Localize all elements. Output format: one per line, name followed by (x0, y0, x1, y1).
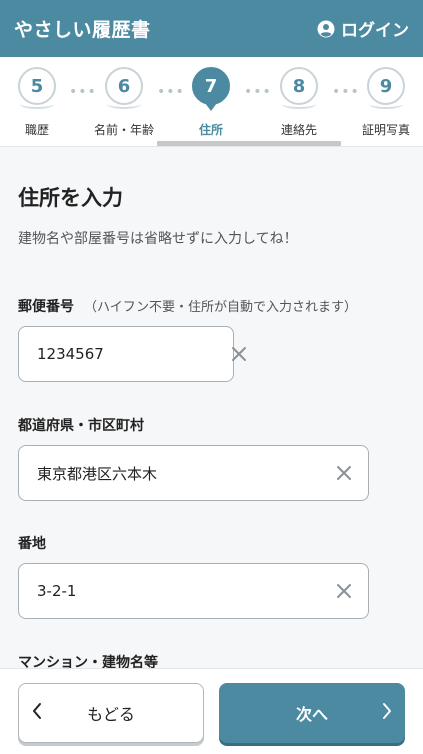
street-address-label: 番地 (18, 536, 46, 552)
street-address-field[interactable] (18, 563, 369, 619)
prefecture-city-field[interactable] (18, 445, 369, 501)
step-9[interactable]: 9 証明写真 (349, 67, 423, 138)
back-button[interactable]: もどる (18, 683, 204, 743)
chevron-right-icon (381, 702, 393, 724)
step-label: 住所 (198, 123, 223, 137)
close-icon[interactable] (324, 453, 364, 493)
app-title[interactable]: やさしい履歴書 (14, 15, 151, 42)
postal-code-label-text: 郵便番号 (18, 299, 74, 315)
step-number: 9 (367, 67, 405, 105)
postal-code-field[interactable] (18, 326, 246, 382)
step-5[interactable]: 5 職歴 (0, 67, 74, 138)
next-button[interactable]: 次へ (219, 683, 405, 743)
step-label: 名前・年齢 (93, 123, 154, 137)
building-name-label: マンション・建物名等 (18, 655, 158, 668)
step-number: 8 (280, 67, 318, 105)
postal-code-hint: （ハイフン不要・住所が自動で入力されます） (84, 300, 358, 315)
step-number: 7 (192, 67, 230, 105)
step-8[interactable]: 8 連絡先 (262, 67, 336, 138)
step-6[interactable]: 6 名前・年齢 (87, 67, 161, 138)
step-label: 連絡先 (280, 123, 317, 137)
step-label: 証明写真 (361, 123, 410, 137)
login-button[interactable]: ログイン (317, 16, 409, 41)
close-icon[interactable] (231, 334, 247, 374)
next-button-label: 次へ (295, 705, 328, 724)
login-label: ログイン (341, 21, 409, 41)
address-form: 住所を入力 建物名や部屋番号は省略せずに入力してね！ 郵便番号 （ハイフン不要・住… (0, 148, 423, 668)
prefecture-city-label: 都道府県・市区町村 (18, 418, 144, 434)
step-number: 6 (105, 67, 143, 105)
postal-code-label: 郵便番号 （ハイフン不要・住所が自動で入力されます） (18, 296, 357, 316)
active-step-indicator (157, 141, 341, 146)
step-label: 職歴 (24, 123, 49, 137)
step-number: 5 (18, 67, 56, 105)
close-icon[interactable] (324, 571, 364, 611)
postal-code-input[interactable] (37, 327, 231, 381)
bottom-navigation: もどる 次へ (0, 668, 423, 754)
chevron-left-icon (31, 702, 43, 724)
page-description: 建物名や部屋番号は省略せずに入力してね！ (18, 231, 298, 247)
progress-stepper: 5 職歴 ••• 6 名前・年齢 ••• 7 住所 ••• 8 連絡先 ••• … (0, 57, 423, 147)
back-button-label: もどる (87, 705, 135, 724)
app-header: やさしい履歴書 ログイン (0, 0, 423, 57)
prefecture-city-input[interactable] (37, 446, 324, 500)
street-address-input[interactable] (37, 564, 324, 618)
page-title: 住所を入力 (18, 186, 123, 210)
user-circle-icon (317, 20, 335, 38)
step-7[interactable]: 7 住所 (174, 67, 248, 138)
